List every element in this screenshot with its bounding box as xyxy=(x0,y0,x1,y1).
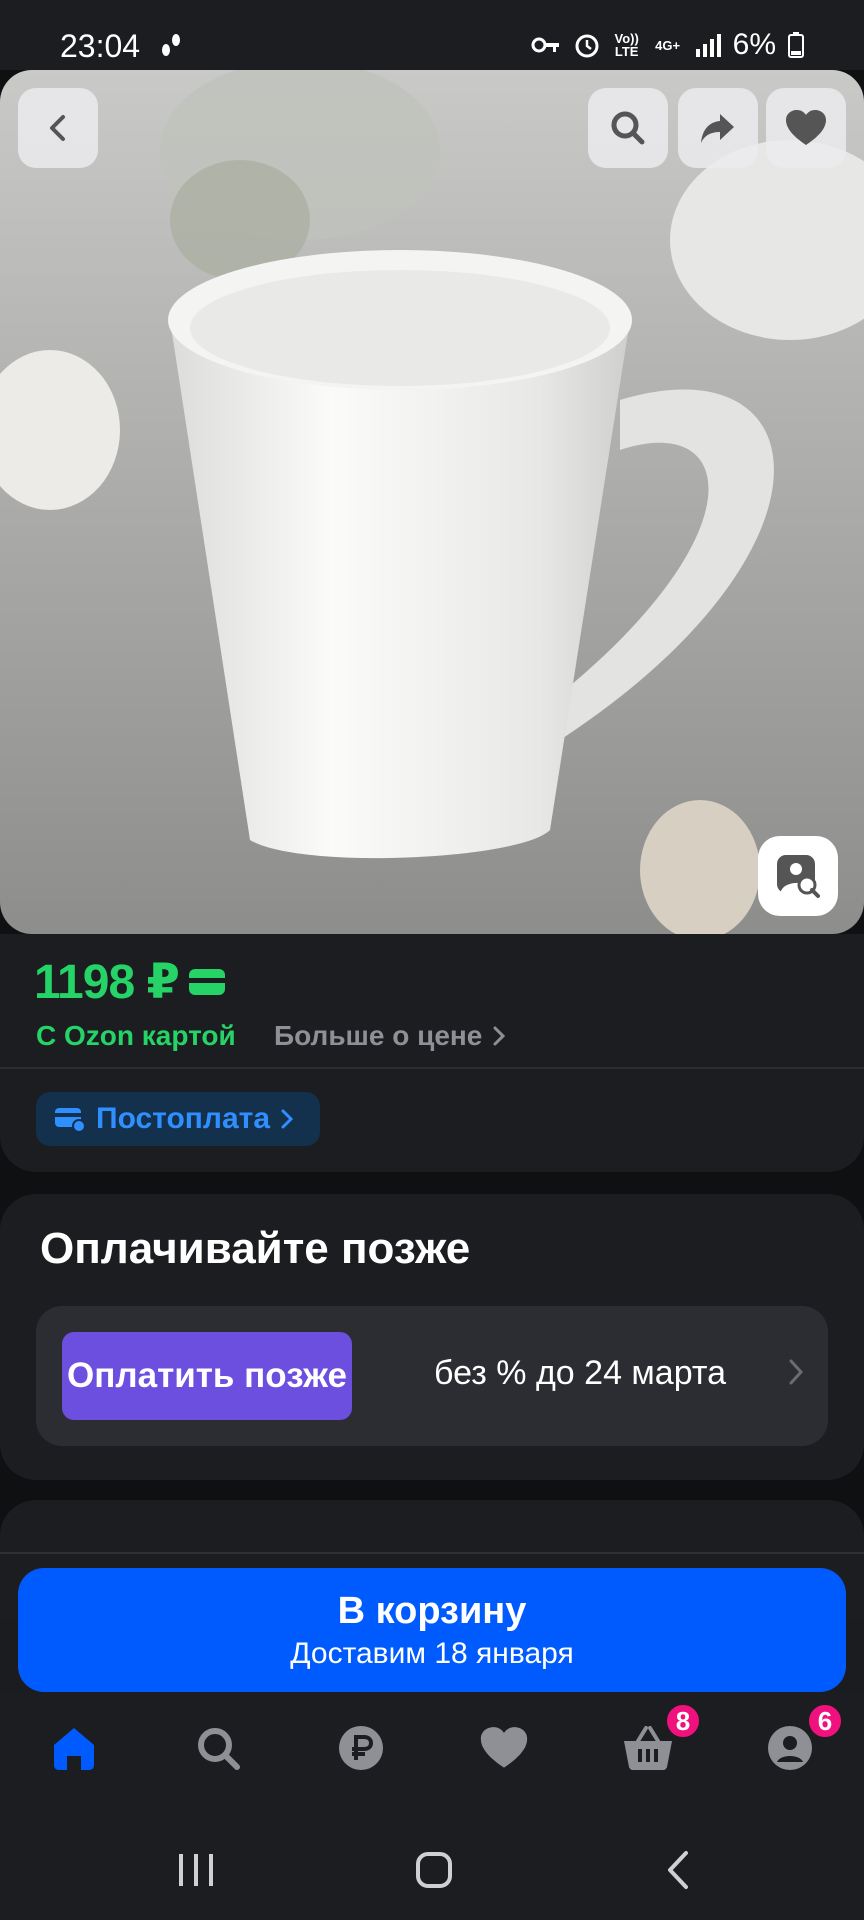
nav-cart[interactable]: 8 xyxy=(620,1702,702,1776)
basket-icon xyxy=(624,1726,672,1770)
pay-later-title: Оплачивайте позже xyxy=(40,1224,471,1273)
search-button[interactable] xyxy=(588,88,668,168)
battery-percent: 6% xyxy=(732,28,776,61)
add-to-cart-label: В корзину xyxy=(337,1589,527,1632)
back-button[interactable] xyxy=(18,88,98,168)
status-bar: 23:04 Vo)) LTE 4G+ 6% xyxy=(0,0,864,70)
product-image-gallery[interactable] xyxy=(0,70,864,934)
nav-search[interactable] xyxy=(190,1720,246,1776)
back-system-icon[interactable] xyxy=(664,1850,692,1890)
product-photo xyxy=(0,70,864,934)
alarm-icon xyxy=(575,34,599,58)
bottom-navigation: 8 6 xyxy=(0,1692,864,1822)
key-icon xyxy=(531,37,559,53)
ozon-card-label: С Ozon картой xyxy=(36,1020,236,1051)
search-icon xyxy=(198,1728,240,1770)
volte-indicator: Vo)) LTE xyxy=(614,31,639,59)
search-icon xyxy=(611,111,645,145)
heart-icon xyxy=(786,110,826,145)
postpay-label: Постоплата xyxy=(96,1102,271,1135)
chevron-right-icon xyxy=(493,1026,506,1046)
nav-finance[interactable] xyxy=(333,1720,389,1776)
delivery-date: Доставим 18 января xyxy=(290,1636,574,1670)
cart-badge: 8 xyxy=(664,1702,702,1740)
recent-apps-icon[interactable] xyxy=(176,1852,216,1888)
add-to-cart-button[interactable]: В корзину Доставим 18 января xyxy=(18,1568,846,1692)
ozon-card-icon xyxy=(188,969,225,995)
share-icon xyxy=(701,114,734,143)
nav-home[interactable] xyxy=(46,1720,102,1776)
back-icon xyxy=(50,115,65,141)
system-navigation-bar xyxy=(0,1822,864,1920)
postpay-chip[interactable]: Постоплата xyxy=(36,1092,321,1146)
image-search-button[interactable] xyxy=(758,836,838,916)
profile-icon xyxy=(768,1726,812,1770)
heart-icon xyxy=(480,1727,528,1768)
price-value: 1198 ₽ xyxy=(34,956,180,1009)
more-about-price-link[interactable]: Больше о цене xyxy=(274,1020,506,1052)
nav-favorites[interactable] xyxy=(476,1720,532,1776)
share-button[interactable] xyxy=(678,88,758,168)
pay-later-card: Оплачивайте позже Оплатить позже без % д… xyxy=(0,1194,864,1480)
home-icon xyxy=(54,1728,94,1770)
pay-later-terms: без % до 24 марта xyxy=(434,1354,726,1392)
home-system-icon[interactable] xyxy=(414,1850,454,1890)
signal-icon xyxy=(695,34,721,57)
pay-later-button[interactable]: Оплатить позже xyxy=(62,1332,352,1420)
postpay-card-icon xyxy=(55,1108,86,1133)
status-time: 23:04 xyxy=(60,28,141,64)
battery-icon xyxy=(788,32,804,58)
image-search-icon xyxy=(777,855,820,898)
price-row: 1198 ₽ xyxy=(34,954,225,1010)
favorite-button[interactable] xyxy=(766,88,846,168)
more-about-price-label: Больше о цене xyxy=(274,1020,483,1051)
chevron-right-icon xyxy=(281,1109,294,1129)
divider xyxy=(0,1067,864,1069)
ruble-icon xyxy=(339,1726,383,1770)
network-indicator: 4G+ xyxy=(655,37,681,53)
status-icons: Vo)) LTE 4G+ 6% xyxy=(531,28,804,62)
footsteps-icon xyxy=(156,30,186,65)
pay-later-option[interactable]: Оплатить позже без % до 24 марта xyxy=(36,1306,828,1446)
chevron-right-icon xyxy=(789,1359,804,1385)
nav-profile[interactable]: 6 xyxy=(762,1702,844,1776)
profile-badge: 6 xyxy=(806,1702,844,1740)
